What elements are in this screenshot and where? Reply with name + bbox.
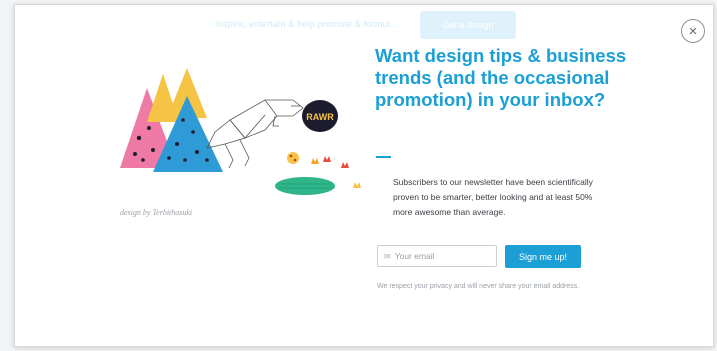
- speech-bubble-text: RAWR: [306, 112, 334, 122]
- dinosaur-illustration: RAWR: [120, 68, 361, 195]
- illustration-credit: design by Terbithosuki: [120, 208, 193, 217]
- newsletter-description: Subscribers to our newsletter have been …: [393, 177, 593, 217]
- email-icon: ✉: [384, 251, 391, 261]
- background-bar-button: Get a design: [420, 11, 516, 39]
- green-pond: [275, 177, 335, 195]
- headline: Want design tips & business trends (and …: [375, 45, 627, 110]
- email-input[interactable]: [394, 251, 490, 261]
- headline-divider: [376, 156, 391, 158]
- close-button[interactable]: ×: [681, 19, 705, 43]
- sign-up-button[interactable]: Sign me up!: [505, 245, 581, 268]
- ladybug: [287, 152, 299, 164]
- privacy-note: We respect your privacy and will never s…: [377, 283, 580, 290]
- email-field-wrapper: ✉: [377, 245, 497, 267]
- background-bar-text: Inspire, entertain & help promote & form…: [215, 19, 399, 29]
- newsletter-modal: Inspire, entertain & help promote & form…: [14, 4, 714, 347]
